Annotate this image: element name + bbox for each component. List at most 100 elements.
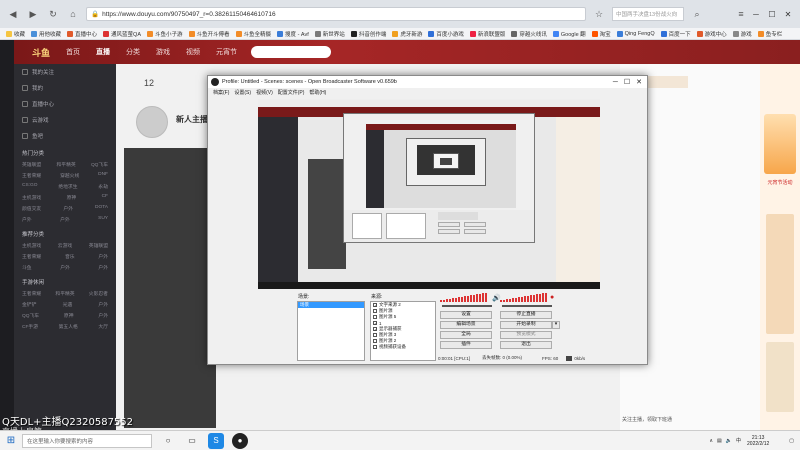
- sidebar-category-link[interactable]: 金铲铲: [22, 301, 36, 308]
- bookmark-item[interactable]: 虎牙新游: [392, 30, 422, 38]
- bookmark-item[interactable]: 游戏: [732, 30, 752, 38]
- taskbar-clock[interactable]: 21:13 2022/2/12: [747, 435, 769, 447]
- sidebar-category-link[interactable]: 和平精英: [56, 161, 75, 168]
- promo-card-2[interactable]: [766, 342, 794, 412]
- edit-scene-button[interactable]: 编辑场景: [440, 321, 492, 329]
- sidebar-category-link[interactable]: 光遇: [63, 301, 73, 308]
- sidebar-category-link[interactable]: 主机游戏: [22, 242, 41, 249]
- bookmark-item[interactable]: 通风蓝萤QA: [103, 30, 141, 38]
- obs-preview-canvas[interactable]: [258, 99, 600, 289]
- sidebar-category-link[interactable]: 英雄联盟: [89, 242, 108, 249]
- sidebar-category-link[interactable]: 户外: [98, 264, 108, 271]
- bookmark-item[interactable]: 新世界站: [314, 30, 345, 38]
- address-bar[interactable]: 🔒 https://www.douyu.com/90750497_r=0.382…: [86, 7, 586, 21]
- sidebar-category-link[interactable]: 户外: [22, 216, 32, 223]
- obs-taskbar-icon[interactable]: ●: [232, 432, 248, 449]
- streamer-avatar[interactable]: [136, 106, 168, 138]
- bookmark-item[interactable]: 穿越火线讯: [511, 30, 547, 38]
- nav-games[interactable]: 游戏: [156, 47, 170, 57]
- input-language[interactable]: 中: [736, 437, 741, 444]
- sidebar-category-link[interactable]: 火影忍者: [89, 290, 108, 297]
- back-icon[interactable]: ◀: [6, 7, 20, 21]
- preview-mode-button[interactable]: 预览模式: [500, 331, 552, 339]
- sidebar-category-link[interactable]: CF手游: [22, 323, 38, 330]
- sidebar-category-link[interactable]: 原神: [67, 194, 77, 201]
- obs-menu-profile[interactable]: 配置文件(P): [278, 89, 305, 96]
- sidebar-category-link[interactable]: 云游戏: [58, 242, 72, 249]
- sidebar-category-link[interactable]: 王者荣耀: [22, 253, 41, 260]
- sidebar-item[interactable]: 我的关注: [14, 64, 116, 80]
- source-visibility-checkbox[interactable]: ✓: [373, 327, 377, 332]
- sidebar-category-link[interactable]: 户外: [98, 312, 108, 319]
- menu-icon[interactable]: ≡: [734, 7, 748, 21]
- sidebar-category-link[interactable]: 主机游戏: [22, 194, 41, 201]
- microphone-icon[interactable]: ●: [550, 294, 554, 301]
- obs-maximize-button[interactable]: ☐: [624, 78, 630, 86]
- sidebar-item[interactable]: 直播中心: [14, 96, 116, 112]
- start-record-button[interactable]: 开始录制: [500, 321, 552, 329]
- notification-icon[interactable]: ▢: [789, 438, 794, 444]
- bookmark-item[interactable]: Qing FengQ: [616, 30, 655, 37]
- bookmark-item[interactable]: 新浪联盟版: [469, 30, 505, 38]
- bookmark-item[interactable]: 斗鱼小子游: [147, 30, 183, 38]
- scene-item[interactable]: 场景: [298, 302, 364, 308]
- mic-volume-slider[interactable]: [502, 305, 552, 307]
- plugins-button[interactable]: 插件: [440, 341, 492, 349]
- sidebar-category-link[interactable]: 音乐: [65, 253, 75, 260]
- source-visibility-checkbox[interactable]: [373, 339, 377, 343]
- maximize-button[interactable]: ☐: [764, 10, 780, 19]
- bookmark-item[interactable]: 搜度 - Avf: [277, 30, 309, 38]
- source-item[interactable]: 视频捕获设备: [371, 344, 435, 350]
- nav-festival[interactable]: 元宵节: [216, 47, 237, 57]
- close-button[interactable]: ✕: [780, 10, 796, 19]
- source-visibility-checkbox[interactable]: [373, 333, 377, 337]
- sidebar-category-link[interactable]: 英雄联盟: [22, 161, 41, 168]
- sidebar-item[interactable]: 我的: [14, 80, 116, 96]
- search-icon[interactable]: ⌕: [690, 7, 704, 21]
- nav-video[interactable]: 视频: [186, 47, 200, 57]
- stop-stream-button[interactable]: 停止直播: [500, 311, 552, 319]
- sidebar-category-link[interactable]: 颜值交友: [22, 205, 41, 212]
- sidebar-category-link[interactable]: 第五人格: [59, 323, 78, 330]
- sidebar-category-link[interactable]: QQ飞车: [91, 161, 108, 168]
- sidebar-category-link[interactable]: 户外: [60, 264, 70, 271]
- source-visibility-checkbox[interactable]: [373, 345, 377, 349]
- obs-menu-help[interactable]: 帮助(H): [309, 89, 326, 96]
- sidebar-category-link[interactable]: CF: [102, 194, 108, 201]
- sidebar-category-link[interactable]: 绝地求生: [58, 183, 77, 190]
- source-visibility-checkbox[interactable]: [373, 315, 377, 319]
- obs-menu-settings[interactable]: 设置(S): [234, 89, 251, 96]
- obs-menu-file[interactable]: 档案(F): [213, 89, 229, 96]
- site-search-input[interactable]: [251, 46, 332, 58]
- sidebar-category-link[interactable]: 和平精英: [55, 290, 74, 297]
- cortana-icon[interactable]: ○: [160, 433, 176, 449]
- sources-list[interactable]: ✓ 文字来源 2 图片源 图片源 5 ✓ 1 ✓ 显示器捕获 图片源 3 图片源 2 视频捕获设备: [370, 301, 436, 361]
- promo-lantern[interactable]: [764, 114, 796, 174]
- sidebar-category-link[interactable]: DOTA: [95, 205, 108, 212]
- bookmark-item[interactable]: 用他收藏: [31, 30, 61, 38]
- task-view-icon[interactable]: ▭: [184, 433, 200, 449]
- source-visibility-checkbox[interactable]: ✓: [373, 303, 377, 308]
- exit-button[interactable]: 退出: [500, 341, 552, 349]
- bookmark-item[interactable]: Google 翻: [552, 30, 586, 38]
- sidebar-category-link[interactable]: 王者荣耀: [22, 290, 41, 297]
- bookmark-item[interactable]: 淘宝: [591, 30, 611, 38]
- record-dropdown-button[interactable]: ▾: [552, 321, 560, 329]
- source-visibility-checkbox[interactable]: [373, 309, 377, 313]
- sidebar-category-link[interactable]: 大厅: [98, 323, 108, 330]
- nav-category[interactable]: 分类: [126, 47, 140, 57]
- sidebar-category-link[interactable]: 穿越火线: [60, 172, 79, 179]
- bookmark-item[interactable]: 抖音创作端: [350, 30, 386, 38]
- desktop-volume-slider[interactable]: [442, 305, 492, 307]
- browser-taskbar-icon[interactable]: S: [208, 432, 224, 449]
- sidebar-category-link[interactable]: 户外: [63, 205, 73, 212]
- sidebar-category-link[interactable]: 斗鱼: [22, 264, 32, 271]
- source-visibility-checkbox[interactable]: ✓: [373, 321, 377, 326]
- bookmark-item[interactable]: 百度小游戏: [428, 30, 464, 38]
- promo-card[interactable]: [766, 214, 794, 334]
- windows-start-icon[interactable]: ⊞: [0, 431, 22, 450]
- sidebar-category-link[interactable]: 永劫: [98, 183, 108, 190]
- site-logo[interactable]: 斗鱼: [32, 46, 50, 59]
- bookmark-item[interactable]: 游戏中心: [696, 30, 727, 38]
- sidebar-item[interactable]: 云游戏: [14, 112, 116, 128]
